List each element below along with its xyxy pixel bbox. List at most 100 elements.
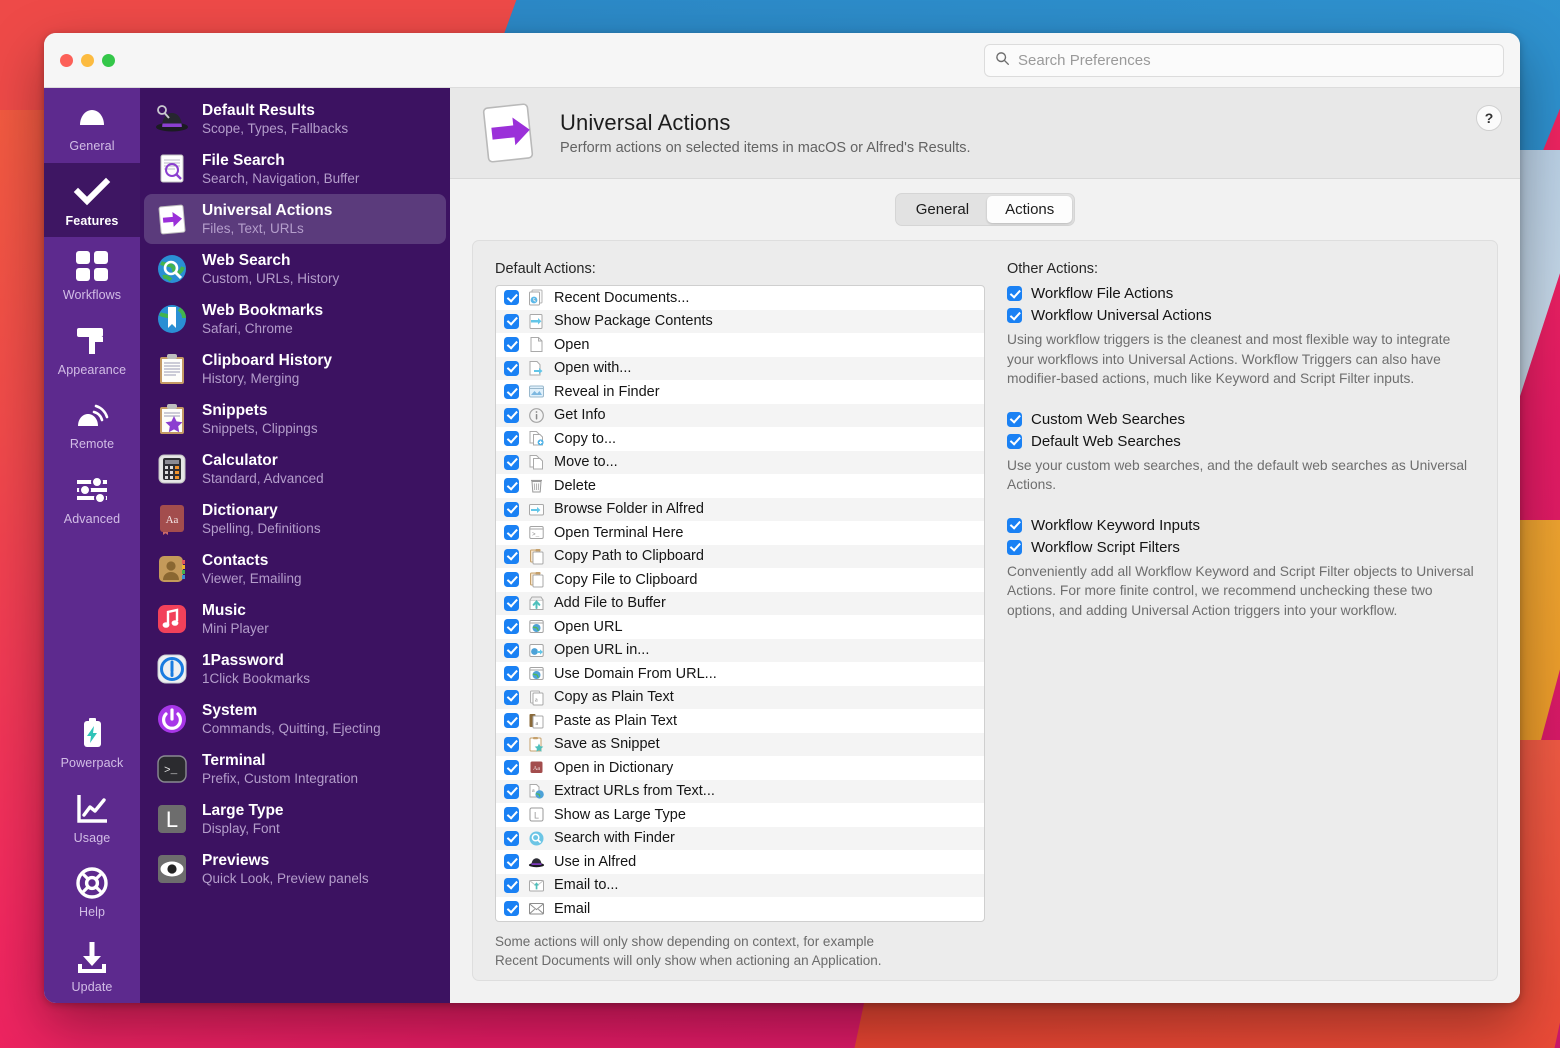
- action-checkbox[interactable]: [504, 596, 519, 611]
- action-checkbox[interactable]: [504, 361, 519, 376]
- action-checkbox[interactable]: [504, 760, 519, 775]
- help-button[interactable]: ?: [1476, 105, 1502, 131]
- action-checkbox[interactable]: [504, 572, 519, 587]
- action-row[interactable]: Copy File to Clipboard: [496, 568, 984, 592]
- action-checkbox[interactable]: [504, 901, 519, 916]
- sidebar-item-general[interactable]: General: [44, 88, 140, 163]
- action-row[interactable]: Open with...: [496, 357, 984, 381]
- action-row[interactable]: Email to...: [496, 874, 984, 898]
- action-row[interactable]: Move to...: [496, 451, 984, 475]
- action-row[interactable]: aCopy as Plain Text: [496, 686, 984, 710]
- action-checkbox[interactable]: [504, 878, 519, 893]
- action-checkbox[interactable]: [504, 408, 519, 423]
- action-row[interactable]: Open URL: [496, 615, 984, 639]
- action-checkbox[interactable]: [504, 290, 519, 305]
- action-checkbox[interactable]: [504, 478, 519, 493]
- action-checkbox[interactable]: [504, 854, 519, 869]
- other-action-row[interactable]: Workflow File Actions: [1007, 285, 1475, 302]
- action-row[interactable]: aExtract URLs from Text...: [496, 780, 984, 804]
- action-checkbox[interactable]: [504, 619, 519, 634]
- feature-item-large-type[interactable]: LLarge TypeDisplay, Font: [144, 794, 446, 844]
- action-row[interactable]: Save as Snippet: [496, 733, 984, 757]
- tab-general[interactable]: General: [898, 196, 987, 223]
- other-action-row[interactable]: Workflow Keyword Inputs: [1007, 517, 1475, 534]
- action-checkbox[interactable]: [504, 713, 519, 728]
- sidebar-item-remote[interactable]: Remote: [44, 386, 140, 461]
- minimize-button[interactable]: [81, 54, 94, 67]
- feature-item-terminal[interactable]: >_TerminalPrefix, Custom Integration: [144, 744, 446, 794]
- default-actions-list[interactable]: Recent Documents...Show Package Contents…: [495, 285, 985, 922]
- action-checkbox[interactable]: [504, 337, 519, 352]
- action-checkbox[interactable]: [504, 737, 519, 752]
- other-action-checkbox[interactable]: [1007, 434, 1022, 449]
- action-row[interactable]: LShow as Large Type: [496, 803, 984, 827]
- action-checkbox[interactable]: [504, 384, 519, 399]
- action-checkbox[interactable]: [504, 431, 519, 446]
- action-row[interactable]: Open: [496, 333, 984, 357]
- feature-item-contacts[interactable]: ContactsViewer, Emailing: [144, 544, 446, 594]
- sidebar-item-advanced[interactable]: Advanced: [44, 461, 140, 536]
- other-action-checkbox[interactable]: [1007, 412, 1022, 427]
- other-action-checkbox[interactable]: [1007, 308, 1022, 323]
- sidebar-item-appearance[interactable]: Appearance: [44, 312, 140, 387]
- action-checkbox[interactable]: [504, 666, 519, 681]
- other-action-row[interactable]: Workflow Script Filters: [1007, 539, 1475, 556]
- action-row[interactable]: Recent Documents...: [496, 286, 984, 310]
- action-checkbox[interactable]: [504, 314, 519, 329]
- action-row[interactable]: >_Open Terminal Here: [496, 521, 984, 545]
- action-row[interactable]: Add File to Buffer: [496, 592, 984, 616]
- action-checkbox[interactable]: [504, 502, 519, 517]
- search-preferences-field[interactable]: [984, 44, 1504, 77]
- action-row[interactable]: Delete: [496, 474, 984, 498]
- action-checkbox[interactable]: [504, 831, 519, 846]
- other-action-checkbox[interactable]: [1007, 286, 1022, 301]
- action-row[interactable]: Email: [496, 897, 984, 921]
- feature-item-previews[interactable]: PreviewsQuick Look, Preview panels: [144, 844, 446, 894]
- feature-item-file-search[interactable]: File SearchSearch, Navigation, Buffer: [144, 144, 446, 194]
- close-button[interactable]: [60, 54, 73, 67]
- action-row[interactable]: Browse Folder in Alfred: [496, 498, 984, 522]
- action-checkbox[interactable]: [504, 549, 519, 564]
- action-checkbox[interactable]: [504, 784, 519, 799]
- feature-item-1password[interactable]: 1Password1Click Bookmarks: [144, 644, 446, 694]
- action-checkbox[interactable]: [504, 643, 519, 658]
- other-action-row[interactable]: Custom Web Searches: [1007, 411, 1475, 428]
- other-action-row[interactable]: Default Web Searches: [1007, 433, 1475, 450]
- sidebar-item-help[interactable]: Help: [44, 854, 140, 929]
- action-row[interactable]: Open URL in...: [496, 639, 984, 663]
- action-row[interactable]: Copy Path to Clipboard: [496, 545, 984, 569]
- search-input[interactable]: [1018, 52, 1493, 69]
- action-row[interactable]: Use in Alfred: [496, 850, 984, 874]
- feature-item-dictionary[interactable]: AaDictionarySpelling, Definitions: [144, 494, 446, 544]
- action-checkbox[interactable]: [504, 690, 519, 705]
- feature-item-clipboard-history[interactable]: Clipboard HistoryHistory, Merging: [144, 344, 446, 394]
- feature-item-snippets[interactable]: SnippetsSnippets, Clippings: [144, 394, 446, 444]
- zoom-button[interactable]: [102, 54, 115, 67]
- feature-item-music[interactable]: MusicMini Player: [144, 594, 446, 644]
- action-row[interactable]: Get Info: [496, 404, 984, 428]
- feature-item-calculator[interactable]: CalculatorStandard, Advanced: [144, 444, 446, 494]
- action-row[interactable]: Copy to...: [496, 427, 984, 451]
- feature-item-universal-actions[interactable]: Universal ActionsFiles, Text, URLs: [144, 194, 446, 244]
- other-action-checkbox[interactable]: [1007, 540, 1022, 555]
- action-row[interactable]: aPaste as Plain Text: [496, 709, 984, 733]
- sidebar-item-features[interactable]: Features: [44, 163, 140, 238]
- action-checkbox[interactable]: [504, 455, 519, 470]
- sidebar-item-powerpack[interactable]: Powerpack: [44, 705, 140, 780]
- action-row[interactable]: Reveal in Finder: [496, 380, 984, 404]
- feature-item-system[interactable]: SystemCommands, Quitting, Ejecting: [144, 694, 446, 744]
- sidebar-item-update[interactable]: Update: [44, 929, 140, 1004]
- action-checkbox[interactable]: [504, 807, 519, 822]
- feature-item-default-results[interactable]: Default ResultsScope, Types, Fallbacks: [144, 94, 446, 144]
- action-row[interactable]: Show Package Contents: [496, 310, 984, 334]
- sidebar-item-workflows[interactable]: Workflows: [44, 237, 140, 312]
- feature-item-web-search[interactable]: Web SearchCustom, URLs, History: [144, 244, 446, 294]
- sidebar-item-usage[interactable]: Usage: [44, 780, 140, 855]
- action-row[interactable]: Use Domain From URL...: [496, 662, 984, 686]
- action-row[interactable]: Search with Finder: [496, 827, 984, 851]
- other-action-row[interactable]: Workflow Universal Actions: [1007, 307, 1475, 324]
- tab-actions[interactable]: Actions: [987, 196, 1072, 223]
- action-row[interactable]: AaOpen in Dictionary: [496, 756, 984, 780]
- other-action-checkbox[interactable]: [1007, 518, 1022, 533]
- action-checkbox[interactable]: [504, 525, 519, 540]
